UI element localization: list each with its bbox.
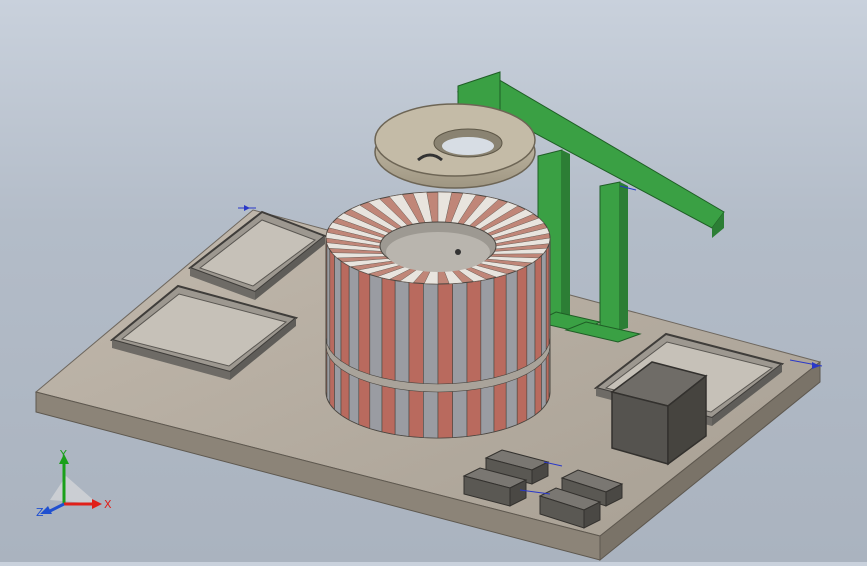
brick-segment	[545, 243, 550, 351]
steel-segment	[394, 388, 410, 437]
steel-segment	[505, 270, 518, 375]
brick-segment	[329, 249, 335, 357]
brick-segment	[437, 283, 453, 385]
brick-segment	[534, 254, 542, 362]
x-axis-label: X	[104, 498, 112, 511]
steel-segment	[326, 243, 331, 351]
steel-segment	[480, 277, 495, 381]
steel-segment	[369, 382, 383, 433]
steel-segment	[369, 274, 383, 379]
steel-segment	[480, 385, 495, 435]
steel-segment	[452, 282, 468, 384]
brick-segment	[493, 382, 507, 433]
model-view[interactable]: Y X Z	[0, 0, 867, 562]
steel-segment	[348, 373, 360, 425]
steel-segment	[452, 390, 468, 438]
brick-segment	[437, 391, 453, 439]
steel-segment	[548, 237, 551, 345]
brick-segment	[340, 368, 350, 421]
z-axis-label: Z	[36, 506, 44, 519]
graphics-viewport[interactable]: Y X Z	[0, 0, 867, 562]
brick-segment	[466, 388, 482, 437]
steel-segment	[423, 391, 439, 439]
steel-segment	[548, 345, 551, 399]
brick-segment	[408, 282, 424, 384]
tire	[374, 103, 536, 189]
triad-icon[interactable]: Y X Z	[36, 448, 112, 519]
brick-segment	[408, 390, 424, 438]
brick-furnace	[325, 191, 551, 439]
steel-segment	[326, 351, 331, 405]
brick-segment	[381, 277, 396, 381]
steel-segment	[541, 357, 547, 411]
brick-segment	[329, 357, 335, 411]
z-axis-arrow	[47, 502, 65, 514]
y-axis-label: Y	[59, 448, 67, 461]
brick-segment	[466, 280, 482, 383]
brick-segment	[493, 274, 507, 379]
brick-segment	[381, 385, 396, 435]
steel-segment	[526, 368, 536, 421]
brick-segment	[340, 260, 350, 367]
steel-segment	[541, 249, 547, 357]
steel-segment	[526, 260, 536, 367]
steel-segment	[394, 280, 410, 383]
brick-segment	[534, 362, 542, 416]
brick-segment	[358, 270, 371, 375]
brick-segment	[516, 265, 528, 371]
steel-segment	[348, 265, 360, 371]
steel-segment	[505, 378, 518, 429]
brick-segment	[545, 351, 550, 405]
steel-segment	[334, 254, 342, 362]
brick-segment	[516, 373, 528, 425]
steel-segment	[334, 362, 342, 416]
steel-segment	[423, 283, 439, 385]
dimension-arrow-icon	[244, 205, 250, 211]
brick-segment	[358, 378, 371, 429]
